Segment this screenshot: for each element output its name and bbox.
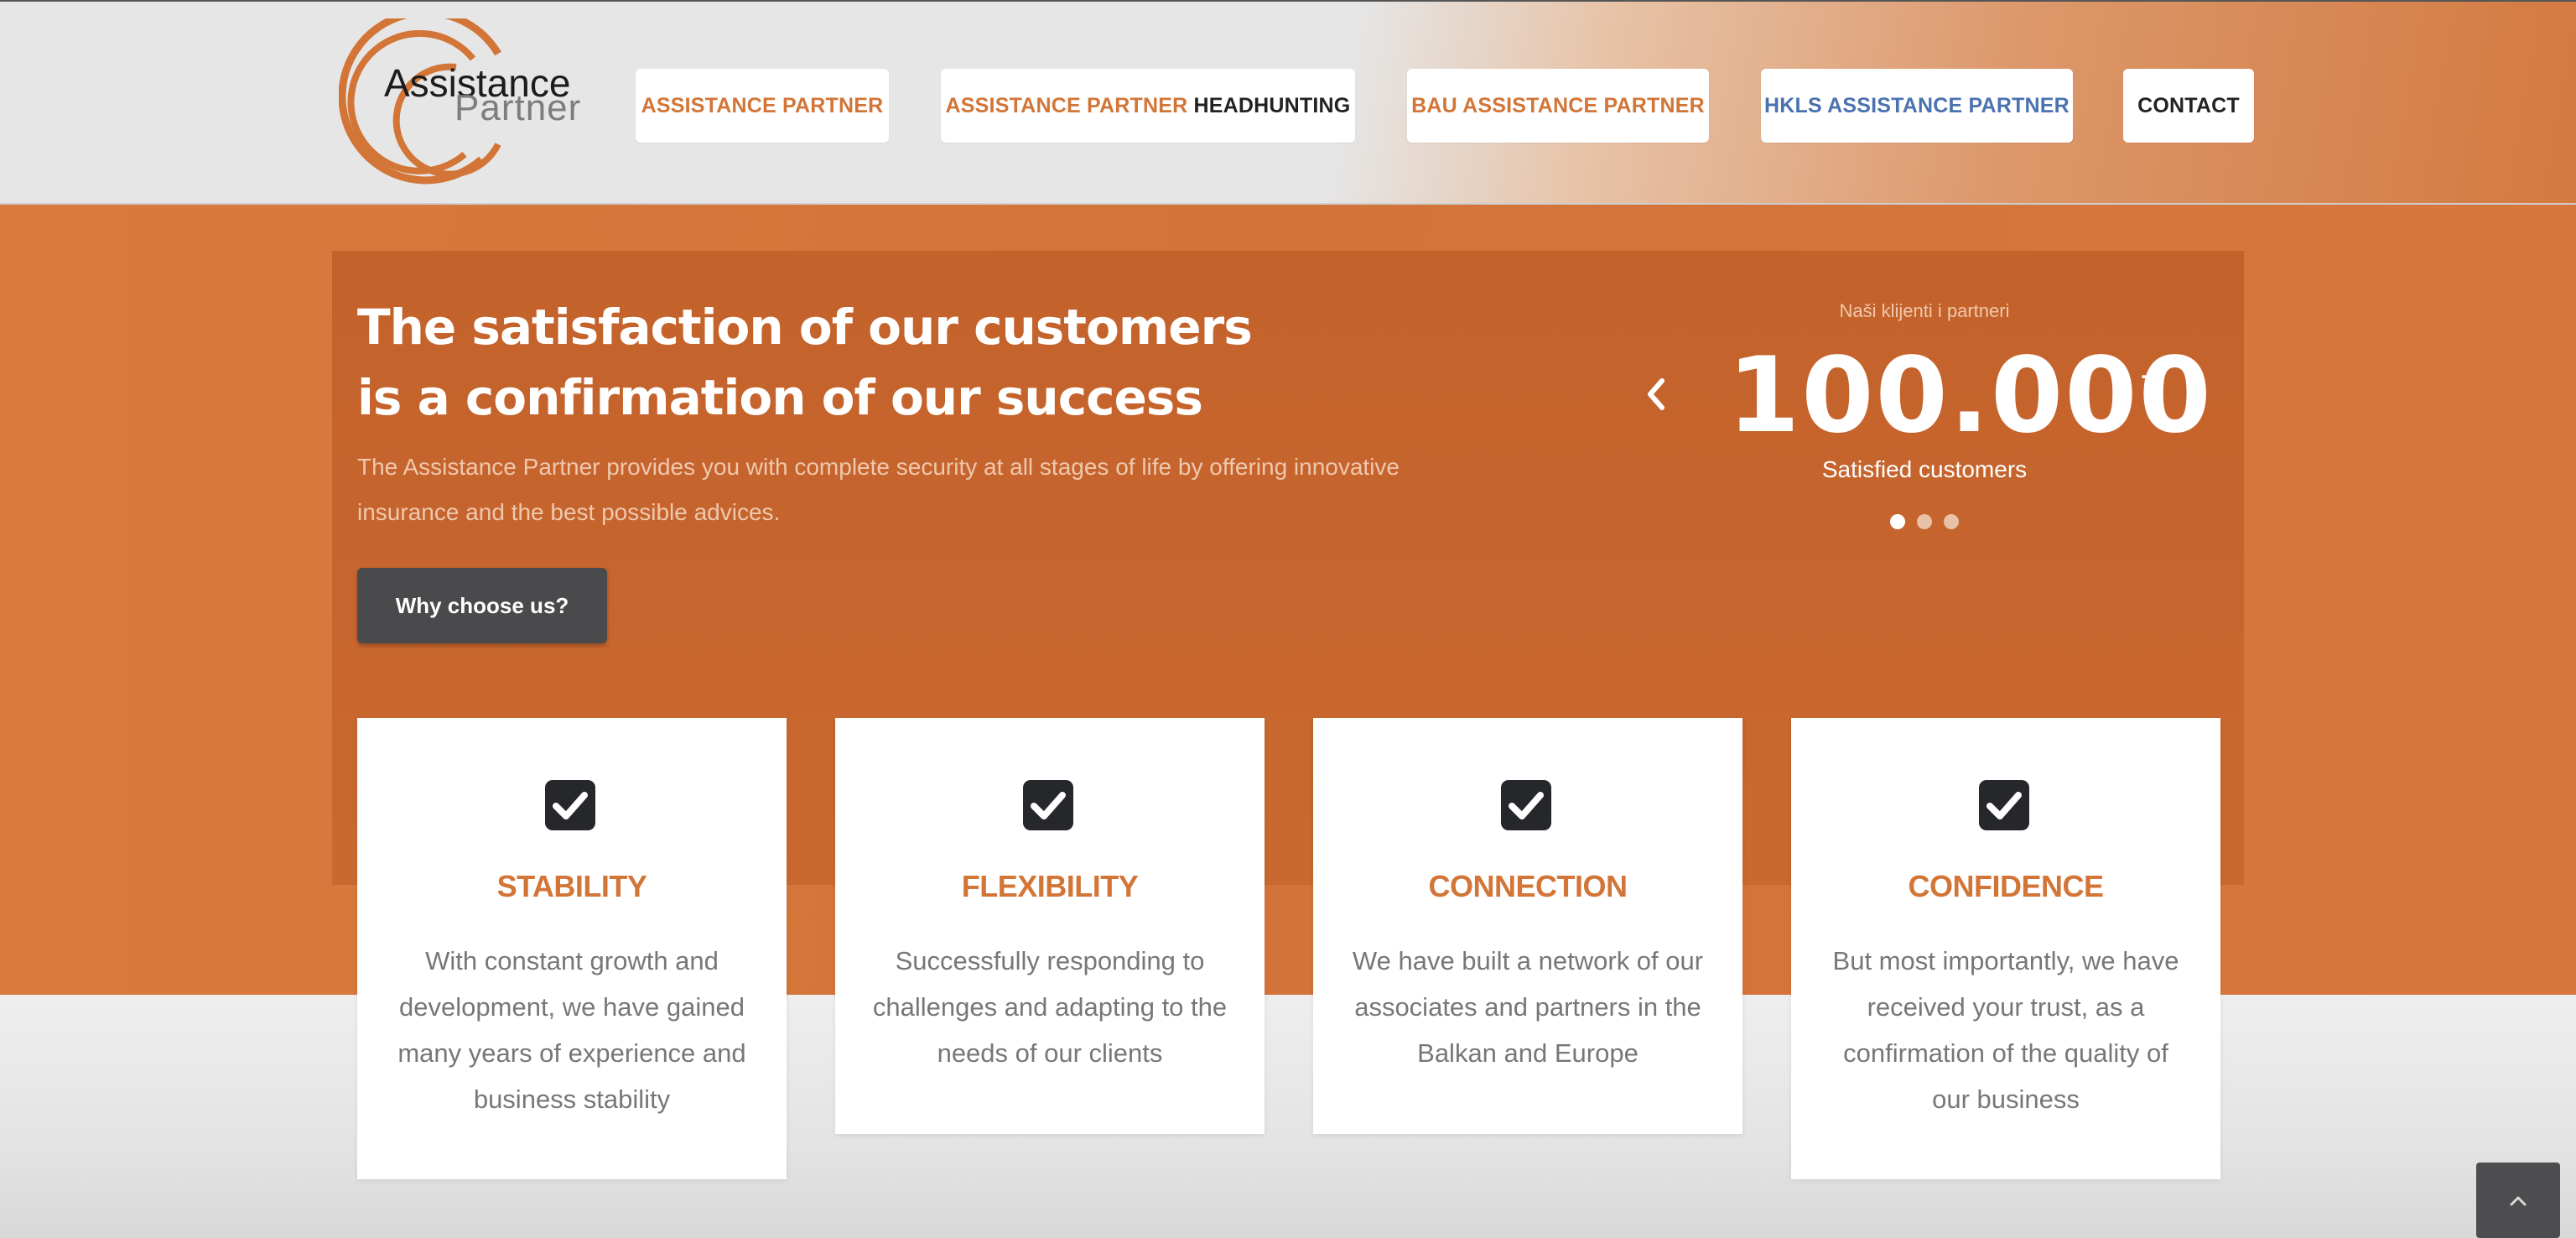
nav-bau-assistance-partner[interactable]: BAU ASSISTANCE PARTNER (1407, 69, 1709, 143)
nav-assistance-partner[interactable]: ASSISTANCE PARTNER (636, 69, 889, 143)
nav-hkls-label: HKLS ASSISTANCE PARTNER (1764, 93, 2070, 117)
stats-plus: + (2140, 353, 2165, 400)
scroll-to-top-button[interactable] (2476, 1163, 2560, 1238)
feature-card-text: We have built a network of our associate… (1352, 946, 1704, 1068)
logo-word-partner: Partner (454, 87, 582, 128)
feature-card-title: CONNECTION (1428, 869, 1628, 903)
hero-description: The Assistance Partner provides you with… (357, 454, 1400, 525)
stats-label: Naši klijenti i partneri (1839, 300, 2010, 321)
nav-headhunting[interactable]: ASSISTANCE PARTNER HEADHUNTING (941, 69, 1355, 143)
nav-contact-label: CONTACT (2137, 93, 2240, 117)
feature-card-text: Successfully responding to challenges an… (872, 946, 1228, 1068)
chevron-left-icon[interactable] (1642, 374, 1670, 414)
nav-contact[interactable]: CONTACT (2123, 69, 2254, 143)
nav-hkls-assistance-partner[interactable]: HKLS ASSISTANCE PARTNER (1761, 69, 2073, 143)
checkbox-checked-icon (1023, 780, 1073, 830)
carousel-dots (1890, 514, 1959, 529)
nav-headhunting-label-dark: HEADHUNTING (1193, 93, 1351, 117)
feature-card-title: CONFIDENCE (1908, 869, 2104, 903)
chevron-up-icon (2510, 1196, 2527, 1206)
why-choose-us-button[interactable]: Why choose us? (357, 568, 607, 643)
carousel-dot-3[interactable] (1944, 514, 1959, 529)
feature-card-flexibility: FLEXIBILITY Successfully responding to c… (835, 718, 1265, 1134)
carousel-dot-2[interactable] (1917, 514, 1932, 529)
nav-headhunting-label-orange: ASSISTANCE PARTNER (945, 93, 1188, 117)
feature-card-connection: CONNECTION We have built a network of ou… (1313, 718, 1742, 1134)
feature-card-stability: STABILITY With constant growth and devel… (357, 718, 787, 1179)
checkbox-checked-icon (545, 780, 595, 830)
feature-card-title: STABILITY (496, 869, 647, 903)
site-header: Assistance Partner ASSISTANCE PARTNER AS… (0, 0, 2576, 205)
hero-title-line1: The satisfaction of our customers (357, 299, 1253, 356)
carousel-dot-1[interactable] (1890, 514, 1905, 529)
stats-number: 100.000 (1727, 336, 2213, 456)
site-logo[interactable]: Assistance Partner (339, 18, 582, 195)
nav-assistance-partner-label: ASSISTANCE PARTNER (641, 93, 884, 117)
hero-title-line2: is a confirmation of our success (357, 369, 1203, 426)
checkbox-checked-icon (1979, 780, 2029, 830)
stats-caption: Satisfied customers (1821, 456, 2028, 482)
feature-card-confidence: CONFIDENCE But most importantly, we have… (1791, 718, 2220, 1179)
checkbox-checked-icon (1501, 780, 1551, 830)
feature-card-text: With constant growth and development, we… (397, 946, 746, 1114)
hero-title: The satisfaction of our customers is a c… (357, 292, 1531, 433)
feature-card-text: But most importantly, we have received y… (1832, 946, 2179, 1114)
feature-card-title: FLEXIBILITY (961, 869, 1139, 903)
chevron-right-icon[interactable] (2180, 374, 2209, 414)
nav-bau-label: BAU ASSISTANCE PARTNER (1411, 93, 1705, 117)
